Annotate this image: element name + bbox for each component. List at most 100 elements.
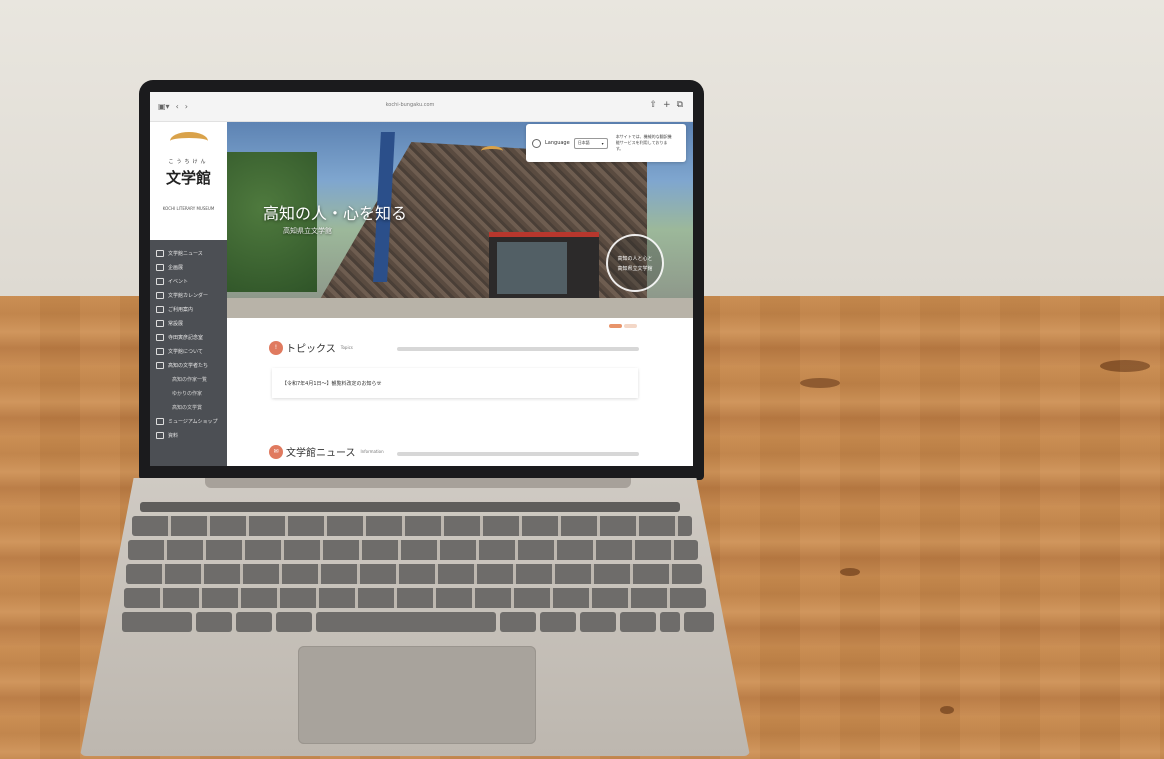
hero-subline: 高知県立文学館 — [283, 227, 332, 235]
sidebar-subitem[interactable]: 高知の文学賞 — [150, 400, 227, 414]
plaza — [227, 298, 693, 318]
news-en: Information — [360, 449, 384, 454]
sidebar-item[interactable]: ご利用案内 — [150, 302, 227, 316]
qwerty-row — [128, 540, 698, 560]
person-icon — [156, 361, 164, 369]
sidebar-item-label: 資料 — [168, 432, 179, 439]
frame-icon — [156, 263, 164, 271]
sidebar-item[interactable]: 常設展 — [150, 316, 227, 330]
sidebar-item[interactable]: ミュージアムショップ — [150, 414, 227, 428]
sidebar-item[interactable]: 企画展 — [150, 260, 227, 274]
sidebar-item-label: ミュージアムショップ — [168, 418, 218, 425]
windows-key — [236, 612, 272, 632]
sidebar-subitem[interactable]: ゆかりの作家 — [150, 386, 227, 400]
arrow-updown-key — [660, 612, 680, 632]
pager-dot[interactable] — [624, 324, 637, 328]
sidebar-nav: 文学館ニュース 企画展 イベント 文学館カレンダー ご利用案内 常設展 寺田寅彦… — [150, 240, 227, 466]
sidebar-item-label: 常設展 — [168, 320, 184, 327]
function-row — [140, 502, 680, 512]
forward-icon[interactable]: › — [185, 102, 188, 111]
sidebar-item[interactable]: 資料 — [150, 428, 227, 442]
hero-image: 高知の人・心を知る 高知県立文学館 高知の人と心と 高知県立文学館 Langua… — [227, 122, 693, 318]
sidebar-item-label: 文学館について — [168, 348, 203, 355]
topics-title: トピックス — [286, 344, 336, 355]
room-icon — [156, 333, 164, 341]
ctrl-key — [122, 612, 192, 632]
shift-row — [124, 588, 706, 608]
fn-key — [196, 612, 232, 632]
hero-pager — [609, 324, 637, 328]
megaphone-icon — [156, 249, 164, 257]
sidebar-item-label: ご利用案内 — [168, 306, 194, 313]
topic-item-text: 【令和7年4月1日〜】観覧料改定のお知らせ — [282, 380, 382, 387]
ctrl-right-key — [580, 612, 616, 632]
back-icon[interactable]: ‹ — [176, 102, 179, 111]
wood-knot — [1100, 360, 1150, 372]
document-icon — [156, 431, 164, 439]
sidebar-item[interactable]: 高知の文学者たち — [150, 358, 227, 372]
new-tab-icon[interactable]: + — [663, 100, 671, 110]
news-header: ✉ 文学館ニュース Information — [269, 444, 384, 459]
pager-dot-active[interactable] — [609, 324, 622, 328]
sidebar-item-label: イベント — [168, 278, 189, 285]
sidebar-item-label: 高知の文学賞 — [172, 404, 203, 411]
number-row — [132, 516, 692, 536]
sidebar-item[interactable]: 文学館カレンダー — [150, 288, 227, 302]
sidebar-item[interactable]: イベント — [150, 274, 227, 288]
hero-circle-badge[interactable]: 高知の人と心と 高知県立文学館 — [606, 234, 664, 292]
share-icon[interactable]: ⇧ — [649, 100, 657, 110]
sidebar-item-label: 文学館カレンダー — [168, 292, 209, 299]
topics-divider — [397, 347, 639, 351]
topics-icon: ! — [269, 340, 283, 355]
alt-right-key — [500, 612, 536, 632]
sidebar-item-label: 高知の文学者たち — [168, 362, 209, 369]
wood-knot — [840, 568, 860, 576]
language-label: Language — [545, 140, 570, 146]
menu-key — [540, 612, 576, 632]
sidebar-item-label: 企画展 — [168, 264, 184, 271]
logo-title: 文学館 — [165, 169, 211, 187]
sidebar-item-label: 文学館ニュース — [168, 250, 203, 257]
sidebar-subitem[interactable]: 高知の作家一覧 — [150, 372, 227, 386]
trackpad — [298, 646, 536, 744]
spacebar — [316, 612, 496, 632]
calendar-icon — [156, 291, 164, 299]
laptop-keyboard — [122, 498, 716, 638]
wood-knot — [800, 378, 840, 388]
news-title: 文学館ニュース — [286, 448, 356, 459]
language-selected: 日本語 — [577, 140, 590, 145]
topics-header: ! トピックス Topics — [269, 340, 353, 355]
logo-english: KOCHI LITERARY MUSEUM — [162, 206, 215, 211]
browser-toolbar: ▣▾ ‹ › kochi-bungaku.com ⇧ + ⧉ — [150, 92, 693, 122]
wood-knot — [940, 706, 954, 714]
globe-icon — [532, 138, 541, 148]
site-sidebar: こうちけん 文学館 KOCHI LITERARY MUSEUM 文学館ニュース … — [150, 122, 227, 466]
language-select[interactable]: 日本語 ▾ — [573, 137, 608, 149]
logo-kana: こうちけん — [168, 159, 209, 165]
address-bar[interactable]: kochi-bungaku.com — [330, 102, 490, 112]
news-icon: ✉ — [269, 444, 283, 459]
home-row — [126, 564, 702, 584]
badge-line: 高知県立文学館 — [617, 265, 653, 272]
topic-item[interactable]: 【令和7年4月1日〜】観覧料改定のお知らせ — [272, 368, 638, 398]
site-logo[interactable]: こうちけん 文学館 KOCHI LITERARY MUSEUM — [150, 122, 227, 240]
language-note: 本サイトでは、機械的な翻訳機能サービスを利用しております。 — [615, 134, 672, 151]
alt-key — [276, 612, 312, 632]
sidebar-toggle-icon[interactable]: ▣▾ — [158, 102, 170, 111]
laptop-screen: ▣▾ ‹ › kochi-bungaku.com ⇧ + ⧉ こうちけん 文学館… — [150, 92, 693, 466]
badge-line: 高知の人と心と — [617, 255, 653, 262]
info-icon — [156, 305, 164, 313]
building-logo-icon — [481, 146, 503, 156]
news-divider — [397, 452, 639, 456]
laptop-hinge — [205, 478, 631, 488]
sidebar-item-label: ゆかりの作家 — [172, 390, 203, 397]
language-panel: Language 日本語 ▾ 本サイトでは、機械的な翻訳機能サービスを利用してお… — [526, 124, 686, 162]
sidebar-item[interactable]: 文学館ニュース — [150, 246, 227, 260]
sidebar-item[interactable]: 寺田寅彦記念室 — [150, 330, 227, 344]
sidebar-item[interactable]: 文学館について — [150, 344, 227, 358]
arrow-right-key — [684, 612, 714, 632]
arrow-left-key — [620, 612, 656, 632]
entrance-glass — [497, 242, 567, 294]
sidebar-item-label: 高知の作家一覧 — [172, 376, 208, 383]
tabs-icon[interactable]: ⧉ — [677, 100, 683, 110]
